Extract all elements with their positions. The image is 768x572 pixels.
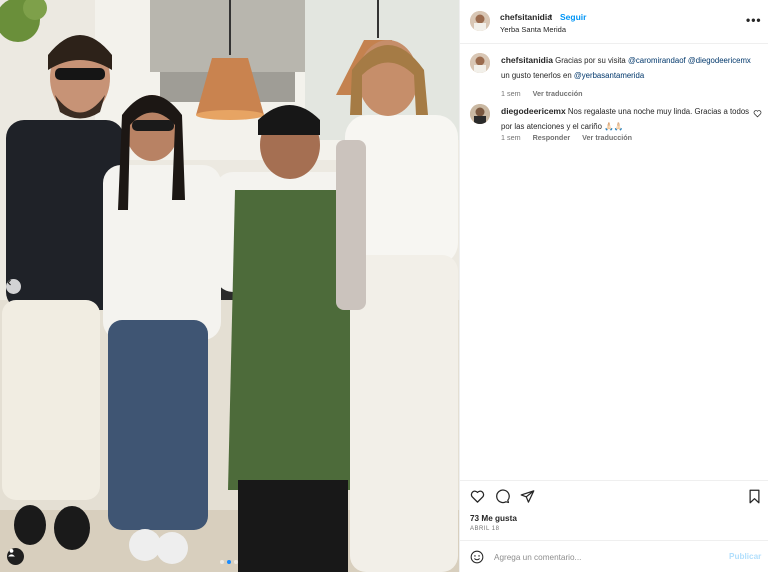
- commenter-avatar[interactable]: [470, 104, 490, 124]
- comment-time[interactable]: 1 sem: [501, 89, 521, 98]
- post-photo[interactable]: [0, 0, 459, 572]
- like-comment-heart-icon[interactable]: [753, 109, 762, 118]
- avatar-image: [470, 11, 490, 31]
- comment-item: diegodeericemx Nos regalaste una noche m…: [470, 104, 762, 150]
- author-username[interactable]: chefsitanidia: [500, 12, 552, 22]
- carousel-dot-active: [227, 560, 231, 564]
- post-date: ABRIL 18: [470, 526, 500, 532]
- comment-username[interactable]: diegodeericemx: [501, 106, 566, 116]
- photo-illustration: [0, 0, 459, 572]
- post-location[interactable]: Yerba Santa Merida: [500, 25, 566, 34]
- comment-body: un gusto tenerlos en: [501, 71, 574, 80]
- translate-link[interactable]: Ver traducción: [533, 89, 583, 98]
- instagram-post: chefsitanidia • Seguir Yerba Santa Merid…: [0, 0, 768, 572]
- tagged-users-button[interactable]: [7, 548, 24, 565]
- carousel-dot: [220, 560, 224, 564]
- carousel-indicator: [220, 560, 238, 564]
- post-header: chefsitanidia • Seguir Yerba Santa Merid…: [460, 0, 768, 44]
- reply-link[interactable]: Responder: [533, 133, 571, 142]
- emoji-icon[interactable]: [470, 550, 484, 564]
- user-icon: [8, 548, 15, 557]
- avatar-image: [470, 104, 490, 124]
- chevron-left-icon: [7, 279, 11, 286]
- comment-username[interactable]: chefsitanidia: [501, 55, 553, 65]
- post-sidebar: chefsitanidia • Seguir Yerba Santa Merid…: [459, 0, 768, 572]
- mention-link[interactable]: @yerbasantamerida: [574, 71, 644, 80]
- post-actions: 73 Me gusta ABRIL 18: [460, 480, 768, 540]
- comment-text: diegodeericemx Nos regalaste una noche m…: [501, 104, 751, 134]
- share-send-icon[interactable]: [520, 489, 535, 504]
- likes-count[interactable]: 73 Me gusta: [470, 514, 517, 523]
- comment-bubble-icon[interactable]: [495, 489, 510, 504]
- publish-button[interactable]: Publicar: [729, 552, 761, 561]
- previous-image-button[interactable]: [6, 279, 21, 294]
- avatar-image: [470, 53, 490, 73]
- comment-input[interactable]: [494, 549, 714, 565]
- more-options-icon[interactable]: •••: [746, 13, 762, 27]
- mention-link[interactable]: @caromirandaof: [628, 56, 686, 65]
- commenter-avatar[interactable]: [470, 53, 490, 73]
- follow-button[interactable]: Seguir: [560, 12, 586, 22]
- add-comment-bar: Publicar: [460, 540, 768, 572]
- like-heart-icon[interactable]: [470, 489, 485, 504]
- save-bookmark-icon[interactable]: [748, 489, 761, 504]
- author-avatar[interactable]: [470, 11, 490, 31]
- carousel-dot: [234, 560, 238, 564]
- comment-time[interactable]: 1 sem: [501, 133, 521, 142]
- separator-dot: •: [549, 11, 553, 21]
- comment-body: Gracias por su visita: [555, 56, 628, 65]
- mention-link[interactable]: @diegodeericemx: [688, 56, 751, 65]
- translate-link[interactable]: Ver traducción: [582, 133, 632, 142]
- comment-text: chefsitanidia Gracias por su visita @car…: [501, 53, 751, 83]
- caption-comment: chefsitanidia Gracias por su visita @car…: [470, 53, 760, 99]
- comment-meta: 1 sem Responder Ver traducción: [501, 133, 632, 142]
- comment-meta: 1 sem Ver traducción: [501, 89, 583, 98]
